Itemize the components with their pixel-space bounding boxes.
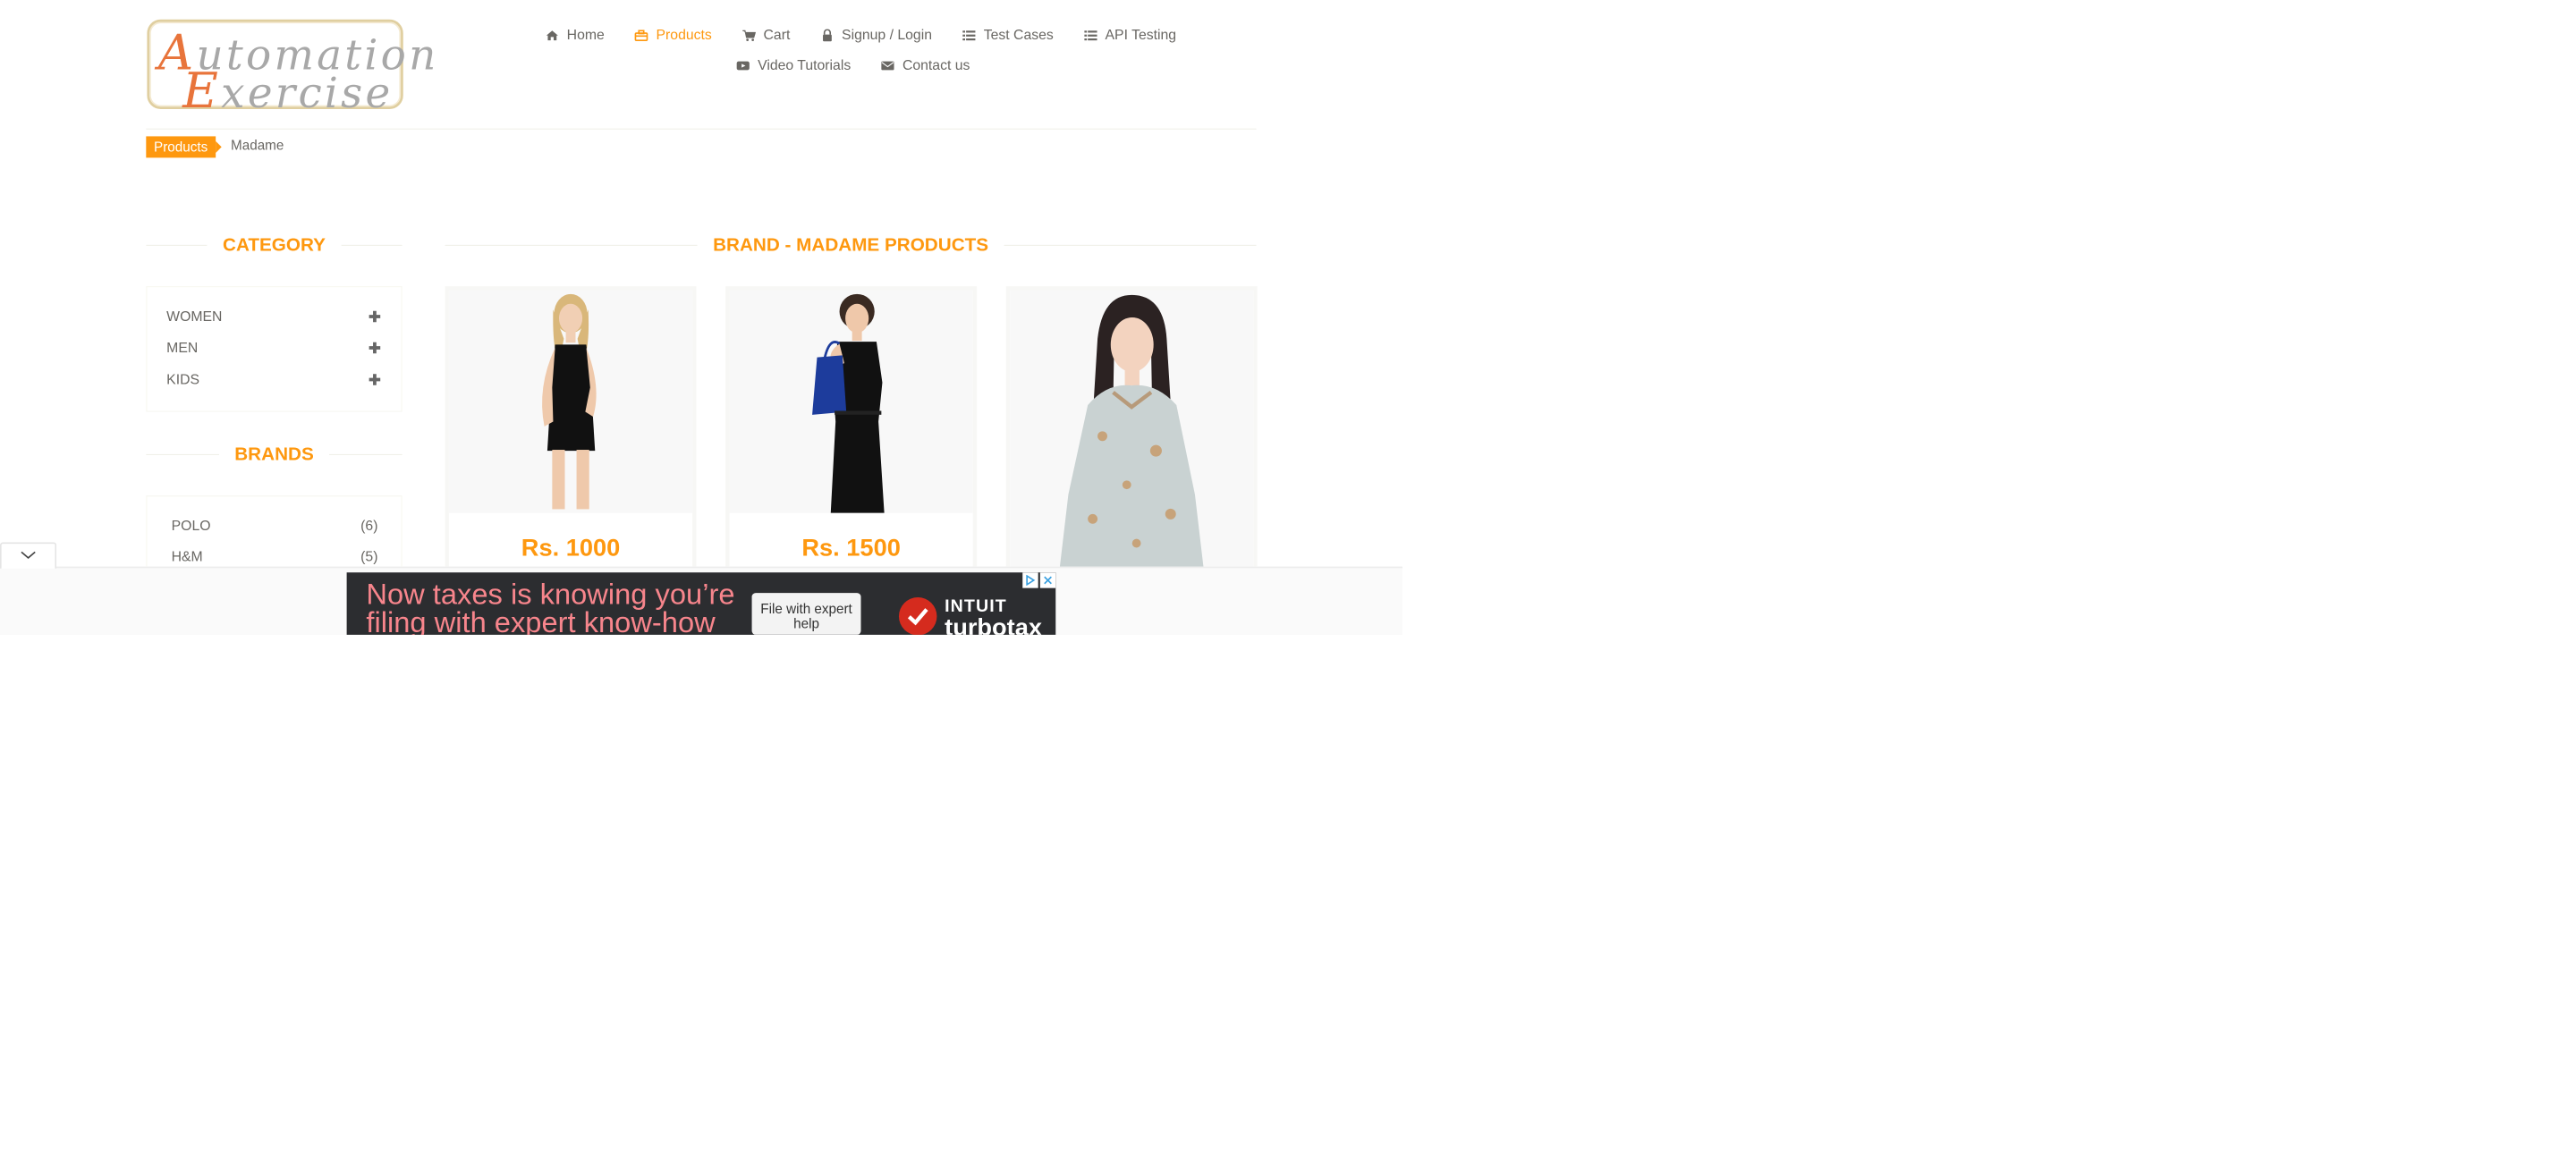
nav-contact-us-label: Contact us	[902, 57, 970, 73]
nav-home-label: Home	[566, 27, 605, 43]
brand-count: (6)	[360, 518, 378, 534]
envelope-icon	[880, 59, 895, 72]
nav-test-cases-label: Test Cases	[983, 27, 1054, 43]
nav-cart-label: Cart	[763, 27, 791, 43]
category-men[interactable]: MEN ✚	[166, 341, 381, 358]
briefcase-icon	[633, 29, 648, 42]
logo-line-2-rest: xercise	[221, 68, 394, 118]
product-image-woman-black-dress[interactable]	[448, 290, 693, 513]
category-label: MEN	[166, 340, 199, 356]
brand-polo[interactable]: POLO (6)	[172, 518, 378, 534]
nav-row-1: Home Products Cart Signup / Login Test C…	[545, 27, 1206, 43]
check-icon	[898, 596, 937, 635]
divider	[146, 453, 219, 455]
nav-cart[interactable]: Cart	[741, 27, 790, 43]
ad-brand-text: INTUIT turbotax	[945, 595, 1042, 635]
ad-brand-bottom: turbotax	[945, 613, 1043, 635]
home-icon	[545, 29, 560, 42]
product-card[interactable]: Rs. 1500	[725, 286, 978, 574]
list-icon	[962, 29, 977, 42]
category-heading: Category	[146, 234, 402, 255]
nav-home[interactable]: Home	[545, 27, 605, 43]
product-price: Rs. 1000	[521, 534, 621, 562]
product-card[interactable]: Rs. 1000	[445, 286, 697, 574]
ad-headline: Now taxes is knowing you’re filing with …	[366, 578, 735, 635]
ad-cta-button[interactable]: File with expert help	[751, 593, 861, 635]
nav-signup-login-label: Signup / Login	[842, 27, 933, 43]
nav-test-cases[interactable]: Test Cases	[962, 27, 1054, 43]
plus-icon[interactable]: ✚	[369, 372, 381, 389]
youtube-play-icon	[735, 59, 750, 72]
category-panel: WOMEN ✚ MEN ✚ KIDS ✚	[146, 286, 402, 412]
brand-name: POLO	[171, 518, 211, 534]
brand-name: H&M	[171, 549, 203, 565]
category-kids[interactable]: KIDS ✚	[166, 372, 381, 389]
nav-video-tutorials-label: Video Tutorials	[758, 57, 852, 73]
header-divider	[146, 128, 1257, 130]
divider	[341, 244, 402, 246]
nav-api-testing[interactable]: API Testing	[1082, 27, 1176, 43]
nav-contact-us[interactable]: Contact us	[880, 57, 970, 73]
nav-products[interactable]: Products	[633, 27, 712, 43]
adchoices-icon[interactable]	[1022, 572, 1038, 588]
turbotax-ad[interactable]: Now taxes is knowing you’re filing with …	[346, 572, 1056, 635]
category-title: Category	[223, 234, 326, 256]
brands-heading: Brands	[146, 444, 402, 464]
page: Automation Exercise Home Products Cart S…	[0, 0, 1402, 635]
category-label: WOMEN	[166, 308, 223, 325]
divider	[445, 244, 698, 246]
brand-hm[interactable]: H&M (5)	[172, 549, 378, 565]
ad-collapse-button[interactable]	[0, 542, 57, 569]
site-logo[interactable]: Automation Exercise	[147, 19, 436, 119]
breadcrumb-current: Madame	[231, 138, 284, 153]
lock-icon	[819, 29, 835, 42]
ad-brand: INTUIT turbotax	[898, 595, 1042, 635]
plus-icon[interactable]: ✚	[369, 341, 381, 358]
nav-signup-login[interactable]: Signup / Login	[819, 27, 932, 43]
nav-products-label: Products	[656, 27, 712, 43]
chevron-down-icon	[20, 550, 37, 562]
divider	[1004, 244, 1257, 246]
breadcrumb-products[interactable]: Products	[146, 136, 222, 158]
close-icon[interactable]	[1039, 572, 1056, 588]
ad-corner-controls	[1021, 572, 1056, 588]
products-heading: Brand - Madame Products	[445, 234, 1257, 255]
category-women[interactable]: WOMEN ✚	[166, 308, 381, 325]
logo-line-2: Exercise	[182, 62, 394, 119]
nav-video-tutorials[interactable]: Video Tutorials	[735, 57, 851, 73]
divider	[146, 244, 208, 246]
nav-row-2: Video Tutorials Contact us	[735, 57, 999, 73]
product-image-woman-floral-blouse[interactable]	[1010, 290, 1254, 570]
nav-api-testing-label: API Testing	[1105, 27, 1177, 43]
list-icon	[1082, 29, 1097, 42]
divider	[329, 453, 402, 455]
category-label: KIDS	[166, 371, 200, 388]
cart-icon	[741, 29, 756, 42]
product-card[interactable]	[1005, 286, 1258, 574]
plus-icon[interactable]: ✚	[369, 308, 381, 325]
product-image-woman-black-dress-with-bag[interactable]	[729, 290, 973, 513]
brands-title: Brands	[234, 444, 314, 465]
product-price: Rs. 1500	[801, 534, 901, 562]
brand-count: (5)	[360, 549, 378, 565]
products-title: Brand - Madame Products	[713, 234, 989, 256]
